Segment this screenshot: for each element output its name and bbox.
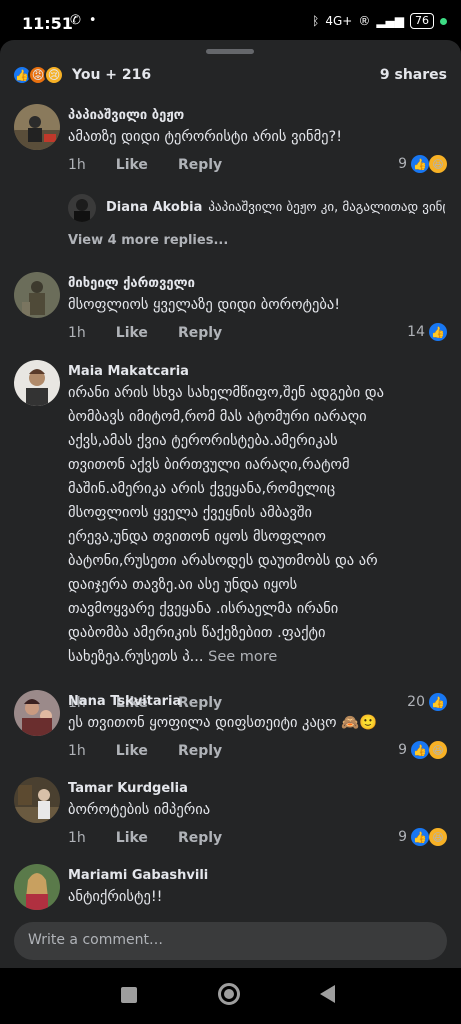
- home-icon[interactable]: [218, 983, 240, 1005]
- comment-text: ირანი არის სხვა სახელმწიფო,შენ ადგები და…: [68, 381, 441, 669]
- comment-actions: 1h Like Reply: [68, 743, 222, 759]
- comment-text: მსოფლიოს ყველაზე დიდი ბოროტება!: [68, 297, 341, 313]
- reply-author[interactable]: Diana Akobia: [106, 200, 202, 215]
- reply-button[interactable]: Reply: [178, 695, 222, 711]
- comment-last-line: სახეზეა.რუსეთს პ...: [68, 649, 204, 665]
- comment-author[interactable]: Nana Tskvitaria: [68, 694, 181, 709]
- whatsapp-icon: ✆: [70, 13, 81, 28]
- comment-reaction-count[interactable]: 9 👍 😆: [398, 155, 447, 173]
- avatar[interactable]: [14, 777, 60, 823]
- shares-count[interactable]: 9 shares: [380, 67, 447, 83]
- comment-line: სახეზეა.რუსეთს პ... See more: [68, 645, 441, 669]
- comment-line: ბატონი,რუსეთი არასოდეს დაუთმობს და არ: [68, 553, 378, 569]
- comment-line: აქვს,ამას ქვია ტერორისტება.ამერიკას: [68, 433, 338, 449]
- comment-author[interactable]: პაპიაშვილი ბეჟო: [68, 108, 184, 123]
- comment-line: ბომბავს იმიტომ,რომ მას ატომური იარაღი: [68, 409, 367, 425]
- status-notification-icons: ✆ •: [70, 13, 97, 28]
- laughing-face-icon: 😆: [429, 741, 447, 759]
- bluetooth-icon: ᛒ: [312, 14, 320, 28]
- avatar[interactable]: [14, 360, 60, 406]
- like-button[interactable]: Like: [116, 325, 148, 341]
- thumbs-up-icon: 👍: [411, 741, 429, 759]
- comment-author[interactable]: Maia Makatcaria: [68, 364, 189, 379]
- comment-line: თვითონ აქვს ბირთვული იარაღი,რატომ: [68, 457, 350, 473]
- status-time: 11:51: [22, 14, 73, 33]
- reaction-count: 20: [407, 694, 425, 710]
- reaction-count: 9: [398, 829, 407, 845]
- comment-input-placeholder[interactable]: Write a comment…: [28, 932, 163, 948]
- reactions-row[interactable]: 👍 😡 😢 You + 216 9 shares: [12, 64, 447, 86]
- comment-reaction-count[interactable]: 9 👍 😆: [398, 828, 447, 846]
- privacy-dot-icon: [440, 17, 447, 25]
- avatar[interactable]: [14, 272, 60, 318]
- reply-avatar[interactable]: [68, 194, 96, 222]
- reply-button[interactable]: Reply: [178, 743, 222, 759]
- comment-author[interactable]: მიხეილ ქართველი: [68, 276, 195, 291]
- reaction-count: 14: [407, 324, 425, 340]
- comment-line: დაიჯერა თავზე.აი ასე უნდა იყოს: [68, 577, 298, 593]
- system-navigation-bar: [0, 968, 461, 1024]
- comment-reaction-count[interactable]: 14 👍: [407, 323, 447, 341]
- reaction-count: 9: [398, 742, 407, 758]
- reaction-count: 9: [398, 156, 407, 172]
- status-bar: 11:51 ✆ • ᛒ 4G+ ® ▂▄▆ 76: [0, 0, 461, 40]
- comment-line: თავმოყვარე ქვეყანა .ისრაელმა ირანი: [68, 601, 339, 617]
- thumbs-up-icon: 👍: [411, 828, 429, 846]
- reply-button[interactable]: Reply: [178, 325, 222, 341]
- comment-reaction-count[interactable]: 9 👍 😆: [398, 741, 447, 759]
- reply-button[interactable]: Reply: [178, 157, 222, 173]
- avatar[interactable]: [14, 864, 60, 910]
- see-more-link[interactable]: See more: [208, 649, 277, 665]
- comment-line: მსოფლიოს ყველა ქვეყნის ამბავში: [68, 505, 313, 521]
- comment-author[interactable]: Mariami Gabashvili: [68, 868, 208, 883]
- reply-text: პაპიაშვილი ბეჟო კი, მაგალითად ვინც...: [208, 200, 445, 215]
- reaction-icons: 👍 😡 😢: [12, 65, 64, 85]
- comment-line: ერევა,უნდა თვითონ იყოს მსოფლიო: [68, 529, 326, 545]
- comment-actions: 1h Like Reply: [68, 830, 222, 846]
- laughing-face-icon: 😆: [429, 828, 447, 846]
- thumbs-up-icon: 👍: [429, 323, 447, 341]
- comment-actions: 1h Like Reply: [68, 325, 222, 341]
- comment-composer[interactable]: Write a comment…: [14, 922, 447, 960]
- registered-icon: ®: [358, 14, 371, 28]
- recents-icon[interactable]: [121, 987, 137, 1003]
- avatar[interactable]: [14, 690, 60, 736]
- comment-time: 1h: [68, 157, 86, 173]
- laughing-face-icon: 😆: [429, 155, 447, 173]
- drag-handle[interactable]: [206, 49, 254, 54]
- sad-face-icon: 😢: [44, 65, 64, 85]
- like-button[interactable]: Like: [116, 157, 148, 173]
- comment-author[interactable]: Tamar Kurdgelia: [68, 781, 188, 796]
- view-more-replies-link[interactable]: View 4 more replies...: [68, 233, 228, 248]
- comment-time: 1h: [68, 325, 86, 341]
- comment-reaction-count[interactable]: 20 👍: [407, 693, 447, 711]
- reply-preview[interactable]: Diana Akobia პაპიაშვილი ბეჟო კი, მაგალითა…: [106, 200, 445, 215]
- thumbs-up-icon: 👍: [429, 693, 447, 711]
- like-button[interactable]: Like: [116, 743, 148, 759]
- comment-text: ამათზე დიდი ტერორისტი არის ვინმე?!: [68, 129, 343, 145]
- comment-text: ანტიქრისტე!!: [68, 889, 163, 905]
- comment-line: ირანი არის სხვა სახელმწიფო,შენ ადგები და: [68, 385, 385, 401]
- avatar[interactable]: [14, 104, 60, 150]
- comments-sheet: 👍 😡 😢 You + 216 9 shares პაპიაშვილი ბეჟო…: [0, 40, 461, 968]
- reaction-summary[interactable]: You + 216: [72, 67, 151, 83]
- comment-line: მაშინ.ამერიკა არის ქვეყანა,რომელიც: [68, 481, 336, 497]
- status-right: ᛒ 4G+ ® ▂▄▆ 76: [312, 13, 447, 29]
- signal-icon: ▂▄▆: [376, 14, 404, 28]
- like-button[interactable]: Like: [116, 830, 148, 846]
- comment-text: ეს თვითონ ყოფილა დიფსთეიტი კაცო 🙈🙂: [68, 715, 378, 731]
- thumbs-up-icon: 👍: [411, 155, 429, 173]
- network-type: 4G+: [325, 14, 353, 28]
- comment-time: 1h: [68, 743, 86, 759]
- comment-time: 1h: [68, 830, 86, 846]
- reply-button[interactable]: Reply: [178, 830, 222, 846]
- dot-icon: •: [88, 13, 97, 28]
- comment-line: დაბომბა ამერიკის წაქეზებით .ფაქტი: [68, 625, 326, 641]
- comment-actions: 1h Like Reply: [68, 157, 222, 173]
- back-icon[interactable]: [320, 985, 335, 1003]
- comment-text: ბოროტების იმპერია: [68, 802, 211, 818]
- battery-icon: 76: [410, 13, 434, 29]
